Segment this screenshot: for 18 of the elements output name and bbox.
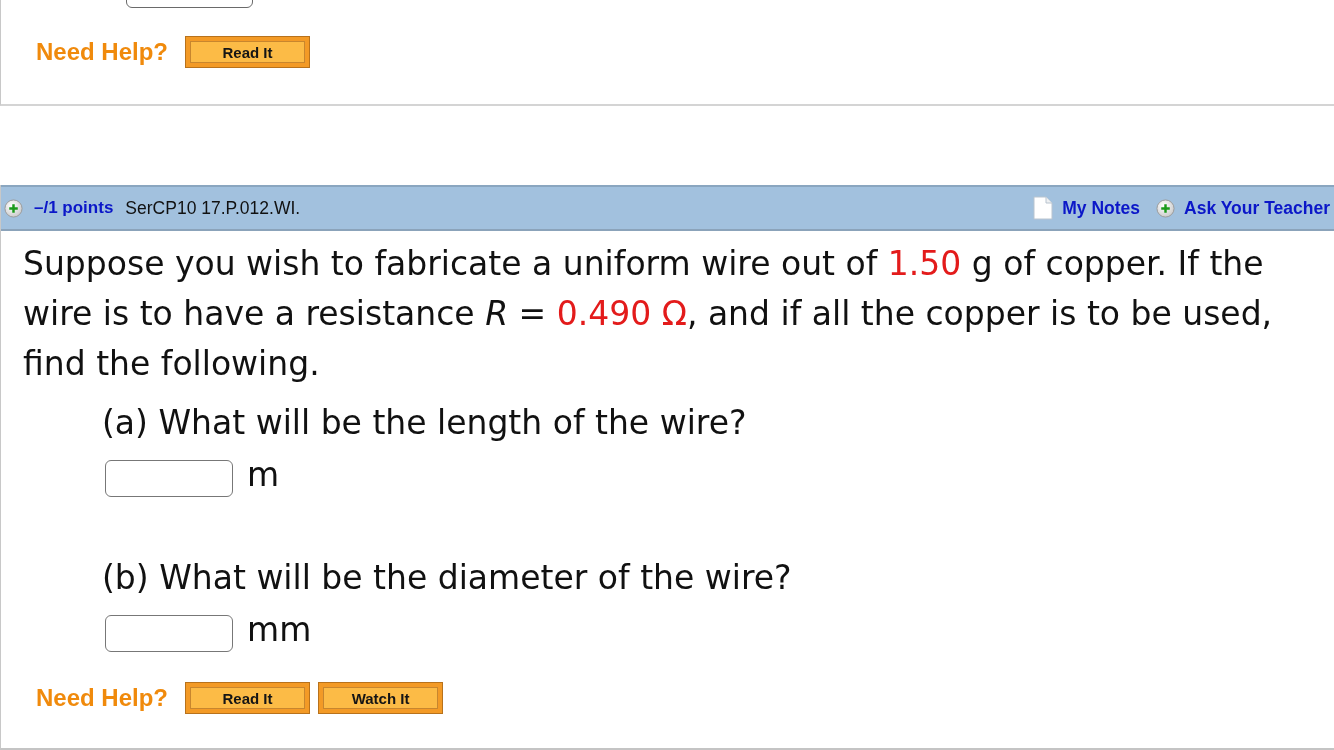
help-button[interactable]: Read It — [185, 36, 311, 68]
answer-field[interactable] — [105, 460, 233, 497]
question-text: Suppose you wish to fabricate a uniform wire out of 1.50 g of copper. If the wire is to have a resistance R = 0.490 Ω, and if all the copper is to be used, find the following. — [23, 243, 1274, 385]
help-button[interactable]: Read It — [185, 682, 311, 714]
expand-plus-icon[interactable] — [4, 198, 23, 218]
my-notes-link[interactable]: My Notes — [1062, 197, 1141, 219]
ask-teacher-link[interactable]: Ask Your Teacher — [1184, 197, 1330, 219]
need-help-label: Need Help? — [36, 684, 169, 712]
unit-label: m — [247, 456, 280, 493]
answer-field[interactable] — [105, 615, 233, 652]
part-question: (a) What will be the length of the wire? — [102, 402, 748, 444]
plus-icon[interactable] — [1156, 198, 1176, 218]
unit-label: mm — [247, 611, 312, 648]
question-code: SerCP10 17.P.012.WI. — [125, 197, 301, 219]
points-label: –/1 points — [34, 198, 114, 218]
need-help-label: Need Help? — [36, 38, 169, 66]
part-question: (b) What will be the diameter of the wire? — [102, 557, 793, 599]
help-button[interactable]: Watch It — [318, 682, 444, 714]
